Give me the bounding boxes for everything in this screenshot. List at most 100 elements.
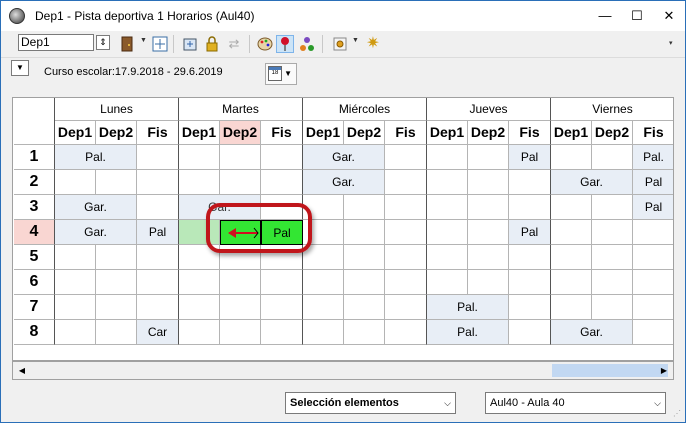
timetable-cell[interactable]: [633, 270, 673, 295]
maximize-button[interactable]: ☐: [626, 6, 648, 26]
timetable-cell[interactable]: [303, 320, 344, 345]
pin-icon[interactable]: [276, 35, 294, 53]
timetable-cell[interactable]: [468, 170, 509, 195]
door-dropdown-icon[interactable]: ▼: [140, 37, 147, 44]
lock-icon[interactable]: [203, 35, 221, 53]
timetable-cell[interactable]: [261, 170, 303, 195]
timetable-cell[interactable]: [427, 270, 468, 295]
export-icon[interactable]: [181, 35, 199, 53]
timetable-cell[interactable]: [179, 295, 220, 320]
timetable-cell[interactable]: [592, 270, 633, 295]
timetable-cell[interactable]: [385, 245, 427, 270]
lesson-cell[interactable]: Pal.: [427, 295, 509, 320]
timetable-cell[interactable]: [344, 245, 385, 270]
scroll-right-icon[interactable]: ▶: [657, 364, 671, 377]
timetable-cell[interactable]: [261, 295, 303, 320]
timetable-cell[interactable]: [261, 145, 303, 170]
lesson-cell[interactable]: Pal: [633, 170, 673, 195]
timetable-cell[interactable]: [179, 145, 220, 170]
element-stepper[interactable]: ⇕: [96, 35, 110, 50]
timetable-cell[interactable]: [261, 270, 303, 295]
toolbar-overflow-icon[interactable]: ▾: [669, 39, 673, 47]
timetable-cell[interactable]: [385, 145, 427, 170]
timetable-cell[interactable]: [96, 245, 137, 270]
element-combo[interactable]: Dep1: [18, 34, 94, 51]
timetable-cell[interactable]: [509, 270, 551, 295]
timetable-cell[interactable]: [427, 195, 468, 220]
timetable-cell[interactable]: [137, 245, 179, 270]
lesson-cell[interactable]: Gar.: [551, 320, 633, 345]
timetable-cell[interactable]: [468, 270, 509, 295]
timetable-cell[interactable]: [551, 220, 592, 245]
lesson-cell[interactable]: Gar.: [551, 170, 633, 195]
timetable-cell[interactable]: [96, 170, 137, 195]
timetable-grid[interactable]: Lunes Dep1 Dep2 Fis Martes Dep1 Dep2 Fis Miércol…: [12, 97, 674, 361]
timetable-cell[interactable]: [509, 295, 551, 320]
timetable-cell[interactable]: [427, 145, 468, 170]
timetable-cell[interactable]: [55, 295, 96, 320]
lesson-cell[interactable]: Pal: [509, 145, 551, 170]
timetable-cell[interactable]: [96, 270, 137, 295]
gear-dropdown-arrow-icon[interactable]: ▼: [352, 37, 359, 44]
timetable-cell[interactable]: [344, 220, 385, 245]
timetable-cell[interactable]: [137, 295, 179, 320]
timetable-cell[interactable]: [137, 270, 179, 295]
timetable-cell[interactable]: [96, 320, 137, 345]
calendar-button[interactable]: 18 ▼: [265, 63, 297, 85]
timetable-cell[interactable]: [55, 245, 96, 270]
timetable-cell[interactable]: [220, 295, 261, 320]
timetable-cell[interactable]: [261, 320, 303, 345]
timetable-cell[interactable]: [179, 170, 220, 195]
resize-grip-icon[interactable]: ⋰: [673, 409, 681, 418]
timetable-cell[interactable]: [468, 145, 509, 170]
door-icon[interactable]: [118, 35, 136, 53]
mode-select[interactable]: Selección elementos ⌵: [285, 392, 456, 414]
palette-icon[interactable]: [256, 35, 274, 53]
close-button[interactable]: ✕: [658, 6, 680, 26]
room-select[interactable]: Aul40 - Aula 40 ⌵: [485, 392, 666, 414]
timetable-cell[interactable]: [551, 245, 592, 270]
share-icon[interactable]: [298, 35, 316, 53]
timetable-cell[interactable]: [592, 145, 633, 170]
timetable-cell[interactable]: [179, 320, 220, 345]
timetable-cell[interactable]: [551, 195, 592, 220]
swap-icon[interactable]: ⇄: [225, 35, 243, 53]
timetable-cell[interactable]: [137, 145, 179, 170]
timetable-cell[interactable]: [344, 195, 385, 220]
timetable-cell[interactable]: [344, 295, 385, 320]
timetable-cell[interactable]: [220, 170, 261, 195]
timetable-cell[interactable]: [179, 270, 220, 295]
timetable-cell[interactable]: [303, 295, 344, 320]
timetable-cell[interactable]: [427, 220, 468, 245]
timetable-cell[interactable]: [633, 295, 673, 320]
timetable-cell[interactable]: [551, 295, 592, 320]
timetable-cell[interactable]: [385, 295, 427, 320]
gear-dropdown-icon[interactable]: [331, 35, 349, 53]
timetable-cell[interactable]: [427, 245, 468, 270]
timetable-cell[interactable]: [220, 270, 261, 295]
lesson-cell[interactable]: Pal: [137, 220, 179, 245]
timetable-cell[interactable]: [509, 245, 551, 270]
timetable-cell[interactable]: [344, 320, 385, 345]
lesson-cell[interactable]: Gar.: [55, 195, 137, 220]
timetable-cell[interactable]: [303, 270, 344, 295]
lesson-cell[interactable]: Pal.: [55, 145, 137, 170]
timetable-cell[interactable]: [468, 195, 509, 220]
grid-menu-dropdown[interactable]: ▼: [11, 60, 29, 76]
lesson-cell[interactable]: Car: [137, 320, 179, 345]
timetable-cell[interactable]: [385, 195, 427, 220]
timetable-cell[interactable]: [385, 170, 427, 195]
lesson-cell[interactable]: Gar.: [303, 170, 385, 195]
horizontal-scrollbar[interactable]: ◀ ▶: [12, 361, 674, 380]
minimize-button[interactable]: —: [594, 6, 616, 26]
timetable-cell[interactable]: [592, 295, 633, 320]
timetable-cell[interactable]: [633, 245, 673, 270]
timetable-cell[interactable]: [220, 320, 261, 345]
lesson-cell[interactable]: Pal.: [633, 145, 673, 170]
lesson-cell[interactable]: Gar.: [303, 145, 385, 170]
timetable-cell[interactable]: [220, 145, 261, 170]
timetable-cell[interactable]: [344, 270, 385, 295]
timetable-cell[interactable]: [468, 245, 509, 270]
timetable-cell[interactable]: [385, 320, 427, 345]
timetable-cell[interactable]: [592, 195, 633, 220]
